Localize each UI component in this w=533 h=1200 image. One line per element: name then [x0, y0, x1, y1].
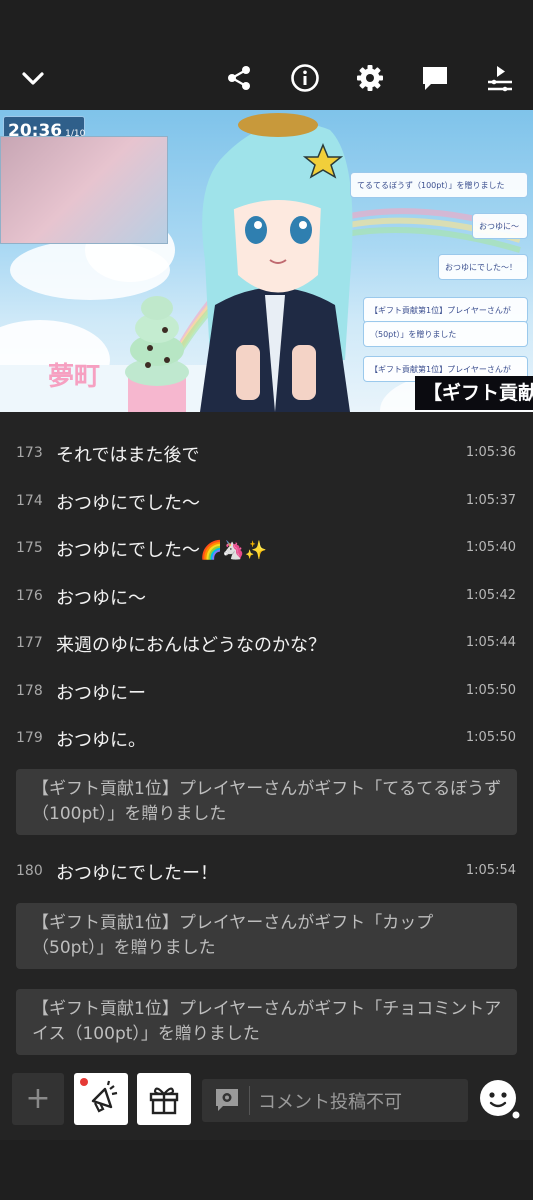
system-nav-bar: [0, 1140, 533, 1200]
comment-time: 1:05:50: [465, 682, 516, 698]
megaphone-icon: [91, 1080, 118, 1113]
comment-placeholder: コメント投稿不可: [258, 1092, 402, 1113]
megaphone-button[interactable]: [74, 1073, 128, 1125]
notification-dot: [80, 1078, 88, 1086]
comment-text: おつゆにでした〜🌈🦄✨: [56, 540, 268, 561]
comment-time: 1:05:36: [465, 445, 516, 460]
plus-button[interactable]: +: [12, 1073, 64, 1125]
comment-number: 175: [16, 540, 43, 556]
comment-list[interactable]: 173 それではまた後で 1:05:36 174 おつゆにでした〜 1:05:3…: [0, 412, 533, 761]
comment-text: おつゆにー: [56, 682, 146, 704]
comment-time: 1:05:54: [465, 863, 516, 878]
plus-icon: +: [25, 1081, 51, 1116]
comment-row: 174 おつゆにでした〜 1:05:37: [0, 476, 533, 524]
comment-number: 178: [16, 682, 43, 699]
comment-time: 1:05:42: [465, 587, 516, 603]
comment-row: 180 おつゆにでしたー！ 1:05:54: [0, 846, 533, 894]
comment-text: おつゆに〜: [56, 587, 146, 609]
share-icon[interactable]: [220, 59, 258, 97]
video-chat-line: おつゆにでした〜！: [438, 254, 528, 280]
info-icon[interactable]: [286, 59, 324, 97]
comment-number: 180: [16, 863, 43, 879]
gift-button[interactable]: [137, 1073, 191, 1125]
video-thumbnail-overlay: [0, 136, 168, 244]
top-toolbar: [0, 45, 533, 110]
comment-number: 174: [16, 492, 43, 509]
comment-time: 1:05:37: [465, 492, 516, 508]
comment-row: 173 それではまた後で 1:05:36: [0, 428, 533, 476]
comment-number: 177: [16, 635, 43, 651]
comment-input[interactable]: コメント投稿不可: [202, 1079, 468, 1122]
comment-text: おつゆにでしたー！: [56, 863, 218, 884]
comment-row: 177 来週のゆにおんはどうなのかな？ 1:05:44: [0, 618, 533, 666]
comment-row: 176 おつゆに〜 1:05:42: [0, 571, 533, 619]
comment-time: 1:05:40: [465, 540, 516, 555]
emoji-face-icon: [480, 1080, 520, 1119]
video-chat-line: 【ギフト貢献第1位】プレイヤーさんが: [363, 297, 528, 323]
comment-text: 来週のゆにおんはどうなのかな？: [56, 635, 326, 656]
gift-notice: 【ギフト貢献1位】プレイヤーさんがギフト「てるてるぼうず（100pt）」を贈りま…: [16, 769, 517, 835]
comment-icon[interactable]: [416, 59, 454, 97]
playlist-icon[interactable]: [481, 59, 519, 97]
comment-number: 176: [16, 587, 43, 604]
gift-notice: 【ギフト貢献1位】プレイヤーさんがギフト「カップ（50pt）」を贈りました: [16, 903, 517, 969]
video-player[interactable]: 夢町 20:36 1/10 てるてるぼうず（100pt）」を贈りました おつゆに〜…: [0, 110, 533, 412]
video-gift-banner: 【ギフト貢献: [415, 376, 533, 410]
comment-row: 175 おつゆにでした〜🌈🦄✨ 1:05:40: [0, 523, 533, 571]
comment-text: おつゆに。: [56, 730, 146, 751]
video-chat-line: てるてるぼうず（100pt）」を贈りました: [350, 172, 528, 198]
comment-row: 178 おつゆにー 1:05:50: [0, 666, 533, 714]
input-divider: [249, 1086, 250, 1115]
comment-text: それではまた後で: [56, 445, 200, 466]
video-logo: 夢町: [48, 362, 100, 392]
comment-time: 1:05:50: [465, 730, 516, 745]
video-chat-line: おつゆに〜: [472, 213, 528, 239]
status-bar: [0, 0, 533, 45]
comment-time: 1:05:44: [465, 635, 516, 650]
comment-number: 179: [16, 730, 43, 746]
comment-toolbar: + コメント投稿不可: [0, 1060, 533, 1140]
gift-notice: 【ギフト貢献1位】プレイヤーさんがギフト「チョコミントアイス（100pt）」を贈…: [16, 989, 517, 1055]
comment-row: 179 おつゆに。 1:05:50: [0, 713, 533, 761]
video-chat-line: （50pt）」を贈りました: [363, 321, 528, 347]
comment-settings-icon: [216, 1089, 238, 1111]
gift-icon: [149, 1087, 179, 1115]
comment-number: 173: [16, 445, 43, 461]
comment-text: おつゆにでした〜: [56, 492, 200, 514]
chevron-down-icon[interactable]: [14, 59, 52, 97]
gear-icon[interactable]: [351, 59, 389, 97]
emoji-button[interactable]: [478, 1077, 522, 1121]
